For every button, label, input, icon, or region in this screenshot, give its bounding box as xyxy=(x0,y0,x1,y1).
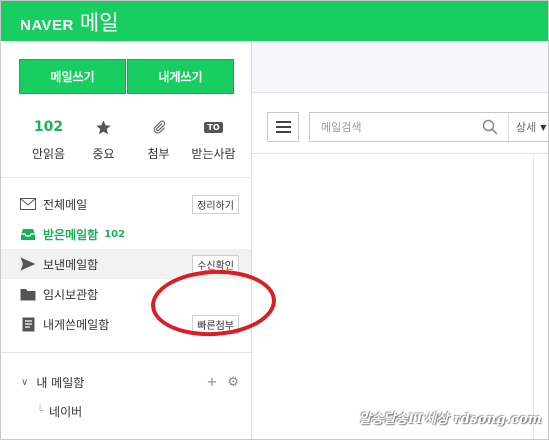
watermark: 알송달송IT세상 rdsong.com xyxy=(358,412,542,427)
top-header: NAVER 메일 xyxy=(1,1,548,41)
quick-filters: 102 안읽음 중요 첨부 TO 받는사람 xyxy=(21,115,241,162)
envelope-icon xyxy=(20,196,36,212)
filter-unread[interactable]: 102 안읽음 xyxy=(21,115,76,162)
divider xyxy=(1,177,251,178)
folder-icon xyxy=(20,286,36,302)
inbox-count: 102 xyxy=(104,228,126,240)
filter-attachment[interactable]: 첨부 xyxy=(131,115,186,162)
filter-attachment-label: 첨부 xyxy=(147,147,170,161)
inbox-icon xyxy=(20,226,36,242)
search-input[interactable] xyxy=(310,114,470,140)
service-name: 메일 xyxy=(79,11,119,35)
send-icon xyxy=(20,256,36,272)
filter-important[interactable]: 중요 xyxy=(76,115,131,162)
search-icon[interactable] xyxy=(482,119,498,135)
tree-branch-icon: └ xyxy=(37,406,44,417)
organize-button[interactable]: 정리하기 xyxy=(192,195,239,214)
my-mailbox-label: 내 메일함 xyxy=(36,375,85,390)
my-mailbox-tools: + ⚙ xyxy=(206,375,239,390)
main-content: 상세 ▼ xyxy=(252,41,548,439)
menu-icon[interactable] xyxy=(267,112,299,142)
unread-count: 102 xyxy=(33,119,64,135)
write-mail-button[interactable]: 메일쓰기 xyxy=(19,59,126,94)
brand-name: NAVER xyxy=(20,17,74,34)
to-badge-icon: TO xyxy=(204,121,223,133)
folder-inbox[interactable]: 받은메일함 102 xyxy=(1,219,251,249)
add-folder-icon[interactable]: + xyxy=(206,375,217,390)
folder-sent-label: 보낸메일함 xyxy=(43,257,99,272)
filter-recipient[interactable]: TO 받는사람 xyxy=(186,115,241,162)
filter-recipient-label: 받는사람 xyxy=(191,147,236,161)
app-window: NAVER 메일 메일쓰기 내게쓰기 102 안읽음 중요 첨부 TO 받는사람… xyxy=(0,0,549,440)
document-icon xyxy=(20,316,36,332)
my-mailbox-header[interactable]: ∨ 내 메일함 + ⚙ xyxy=(21,373,239,391)
filter-important-label: 중요 xyxy=(92,147,115,161)
filter-unread-label: 안읽음 xyxy=(31,147,66,161)
divider xyxy=(1,352,251,353)
my-mailbox-item[interactable]: └ 네이버 xyxy=(37,403,82,420)
folder-inbox-label: 받은메일함 xyxy=(43,227,99,242)
folder-all-mail-label: 전체메일 xyxy=(43,197,88,212)
folder-drafts-label: 임시보관함 xyxy=(43,287,99,302)
list-divider xyxy=(533,154,534,439)
mail-toolbar: 상세 ▼ xyxy=(252,94,548,154)
search-detail-label: 상세 xyxy=(516,121,537,134)
folder-all-mail[interactable]: 전체메일 정리하기 xyxy=(1,189,251,219)
write-to-me-button[interactable]: 내게쓰기 xyxy=(127,59,234,94)
sidebar: 메일쓰기 내게쓰기 102 안읽음 중요 첨부 TO 받는사람 전체메일 정리하… xyxy=(1,41,278,439)
search-detail-dropdown[interactable]: 상세 ▼ xyxy=(508,113,546,141)
compose-buttons: 메일쓰기 내게쓰기 xyxy=(19,59,234,94)
naver-mail-logo[interactable]: NAVER 메일 xyxy=(20,7,119,37)
search-box: 상세 ▼ xyxy=(309,112,548,142)
caret-down-icon: ▼ xyxy=(540,122,547,132)
paperclip-icon xyxy=(153,120,165,134)
chevron-down-icon[interactable]: ∨ xyxy=(21,377,28,388)
folder-self-mail-label: 내게쓴메일함 xyxy=(43,317,110,332)
content-top-strip xyxy=(252,41,548,93)
star-icon xyxy=(96,119,111,134)
my-mailbox-item-label: 네이버 xyxy=(49,405,83,419)
gear-icon[interactable]: ⚙ xyxy=(227,375,239,390)
